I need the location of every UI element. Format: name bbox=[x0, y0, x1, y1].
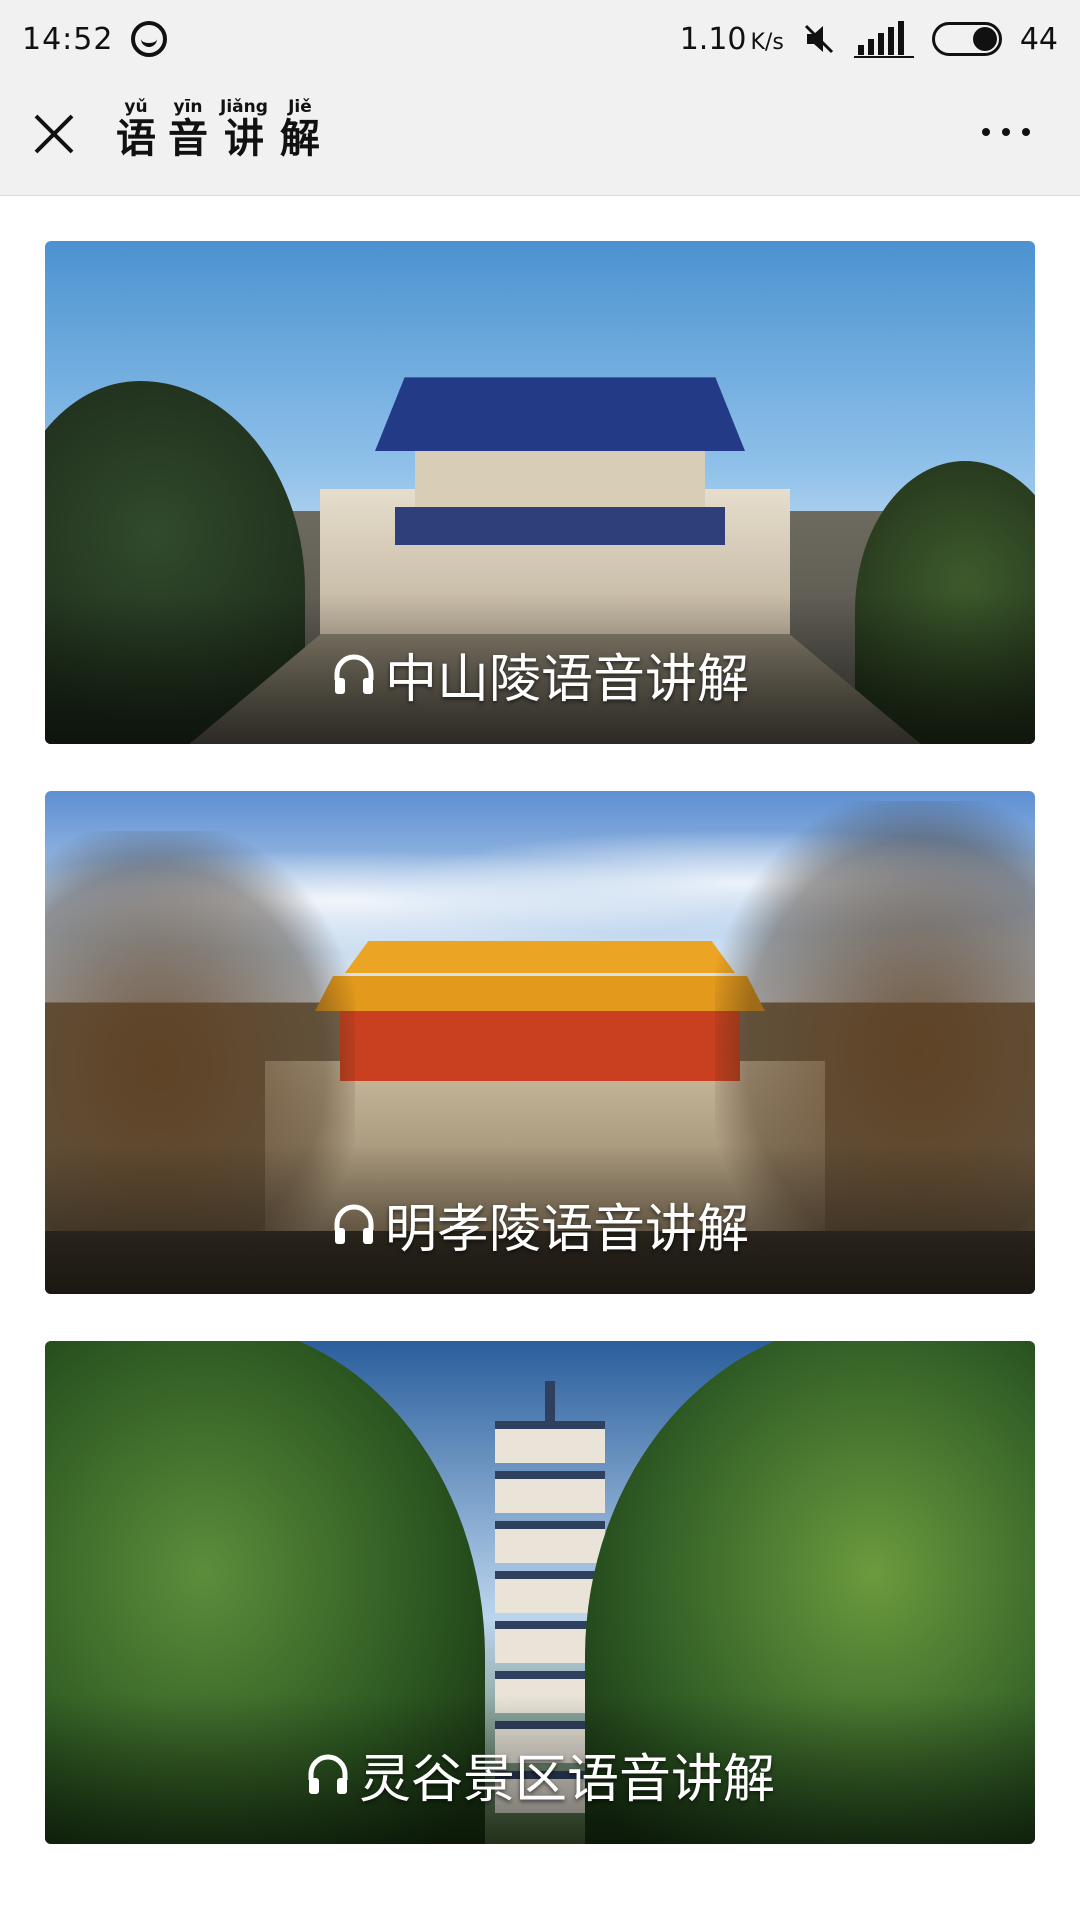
card-label: 中山陵语音讲解 bbox=[45, 637, 1035, 712]
title-char: Jiě 解 bbox=[280, 98, 320, 162]
card-title: 明孝陵语音讲解 bbox=[384, 1200, 749, 1260]
more-dot-icon bbox=[1022, 128, 1030, 136]
signal-icon bbox=[853, 19, 914, 59]
title-hanzi: 语 bbox=[116, 116, 156, 162]
card-label: 灵谷景区语音讲解 bbox=[45, 1737, 1035, 1812]
mute-icon bbox=[802, 22, 836, 56]
title-pinyin: yīn bbox=[173, 97, 203, 117]
more-dot-icon bbox=[1002, 128, 1010, 136]
card-title: 灵谷景区语音讲解 bbox=[358, 1750, 775, 1810]
nav-header: yǔ 语 yīn 音 Jiǎng 讲 Jiě 解 bbox=[0, 78, 1080, 196]
network-speed-unit: K/s bbox=[750, 29, 784, 55]
title-char: yǔ 语 bbox=[116, 98, 156, 162]
title-char: yīn 音 bbox=[168, 98, 208, 162]
card-title: 中山陵语音讲解 bbox=[384, 650, 749, 710]
more-dot-icon bbox=[982, 128, 990, 136]
network-speed: 1.10 K/s bbox=[680, 22, 784, 57]
audio-guide-list: 中山陵语音讲解 明孝陵语音讲解 灵谷景区语音讲解 bbox=[45, 241, 1035, 1891]
chat-bubble-icon bbox=[131, 21, 168, 57]
status-time: 14:52 bbox=[22, 21, 114, 57]
headphones-icon bbox=[331, 652, 377, 698]
title-pinyin: Jiě bbox=[288, 97, 312, 117]
audio-guide-card-zhongshanling[interactable]: 中山陵语音讲解 bbox=[45, 241, 1035, 744]
page-title: yǔ 语 yīn 音 Jiǎng 讲 Jiě 解 bbox=[116, 98, 320, 162]
battery-icon bbox=[931, 22, 1002, 56]
close-icon bbox=[34, 114, 74, 154]
headphones-icon bbox=[331, 1202, 377, 1248]
more-options-button[interactable] bbox=[982, 128, 1030, 136]
card-label: 明孝陵语音讲解 bbox=[45, 1187, 1035, 1262]
battery-level: 44 bbox=[1019, 21, 1058, 57]
title-hanzi: 解 bbox=[279, 116, 320, 162]
headphones-icon bbox=[305, 1752, 351, 1798]
status-bar: 14:52 1.10 K/s 44 bbox=[0, 0, 1080, 78]
network-speed-value: 1.10 bbox=[679, 21, 747, 57]
title-hanzi: 讲 bbox=[223, 116, 264, 162]
title-pinyin: Jiǎng bbox=[220, 97, 268, 117]
title-hanzi: 音 bbox=[168, 116, 208, 162]
audio-guide-card-mingxiaoling[interactable]: 明孝陵语音讲解 bbox=[45, 791, 1035, 1294]
title-pinyin: yǔ bbox=[124, 97, 148, 117]
title-char: Jiǎng 讲 bbox=[220, 98, 268, 162]
audio-guide-card-linggu[interactable]: 灵谷景区语音讲解 bbox=[45, 1341, 1035, 1844]
close-button[interactable] bbox=[30, 110, 78, 158]
